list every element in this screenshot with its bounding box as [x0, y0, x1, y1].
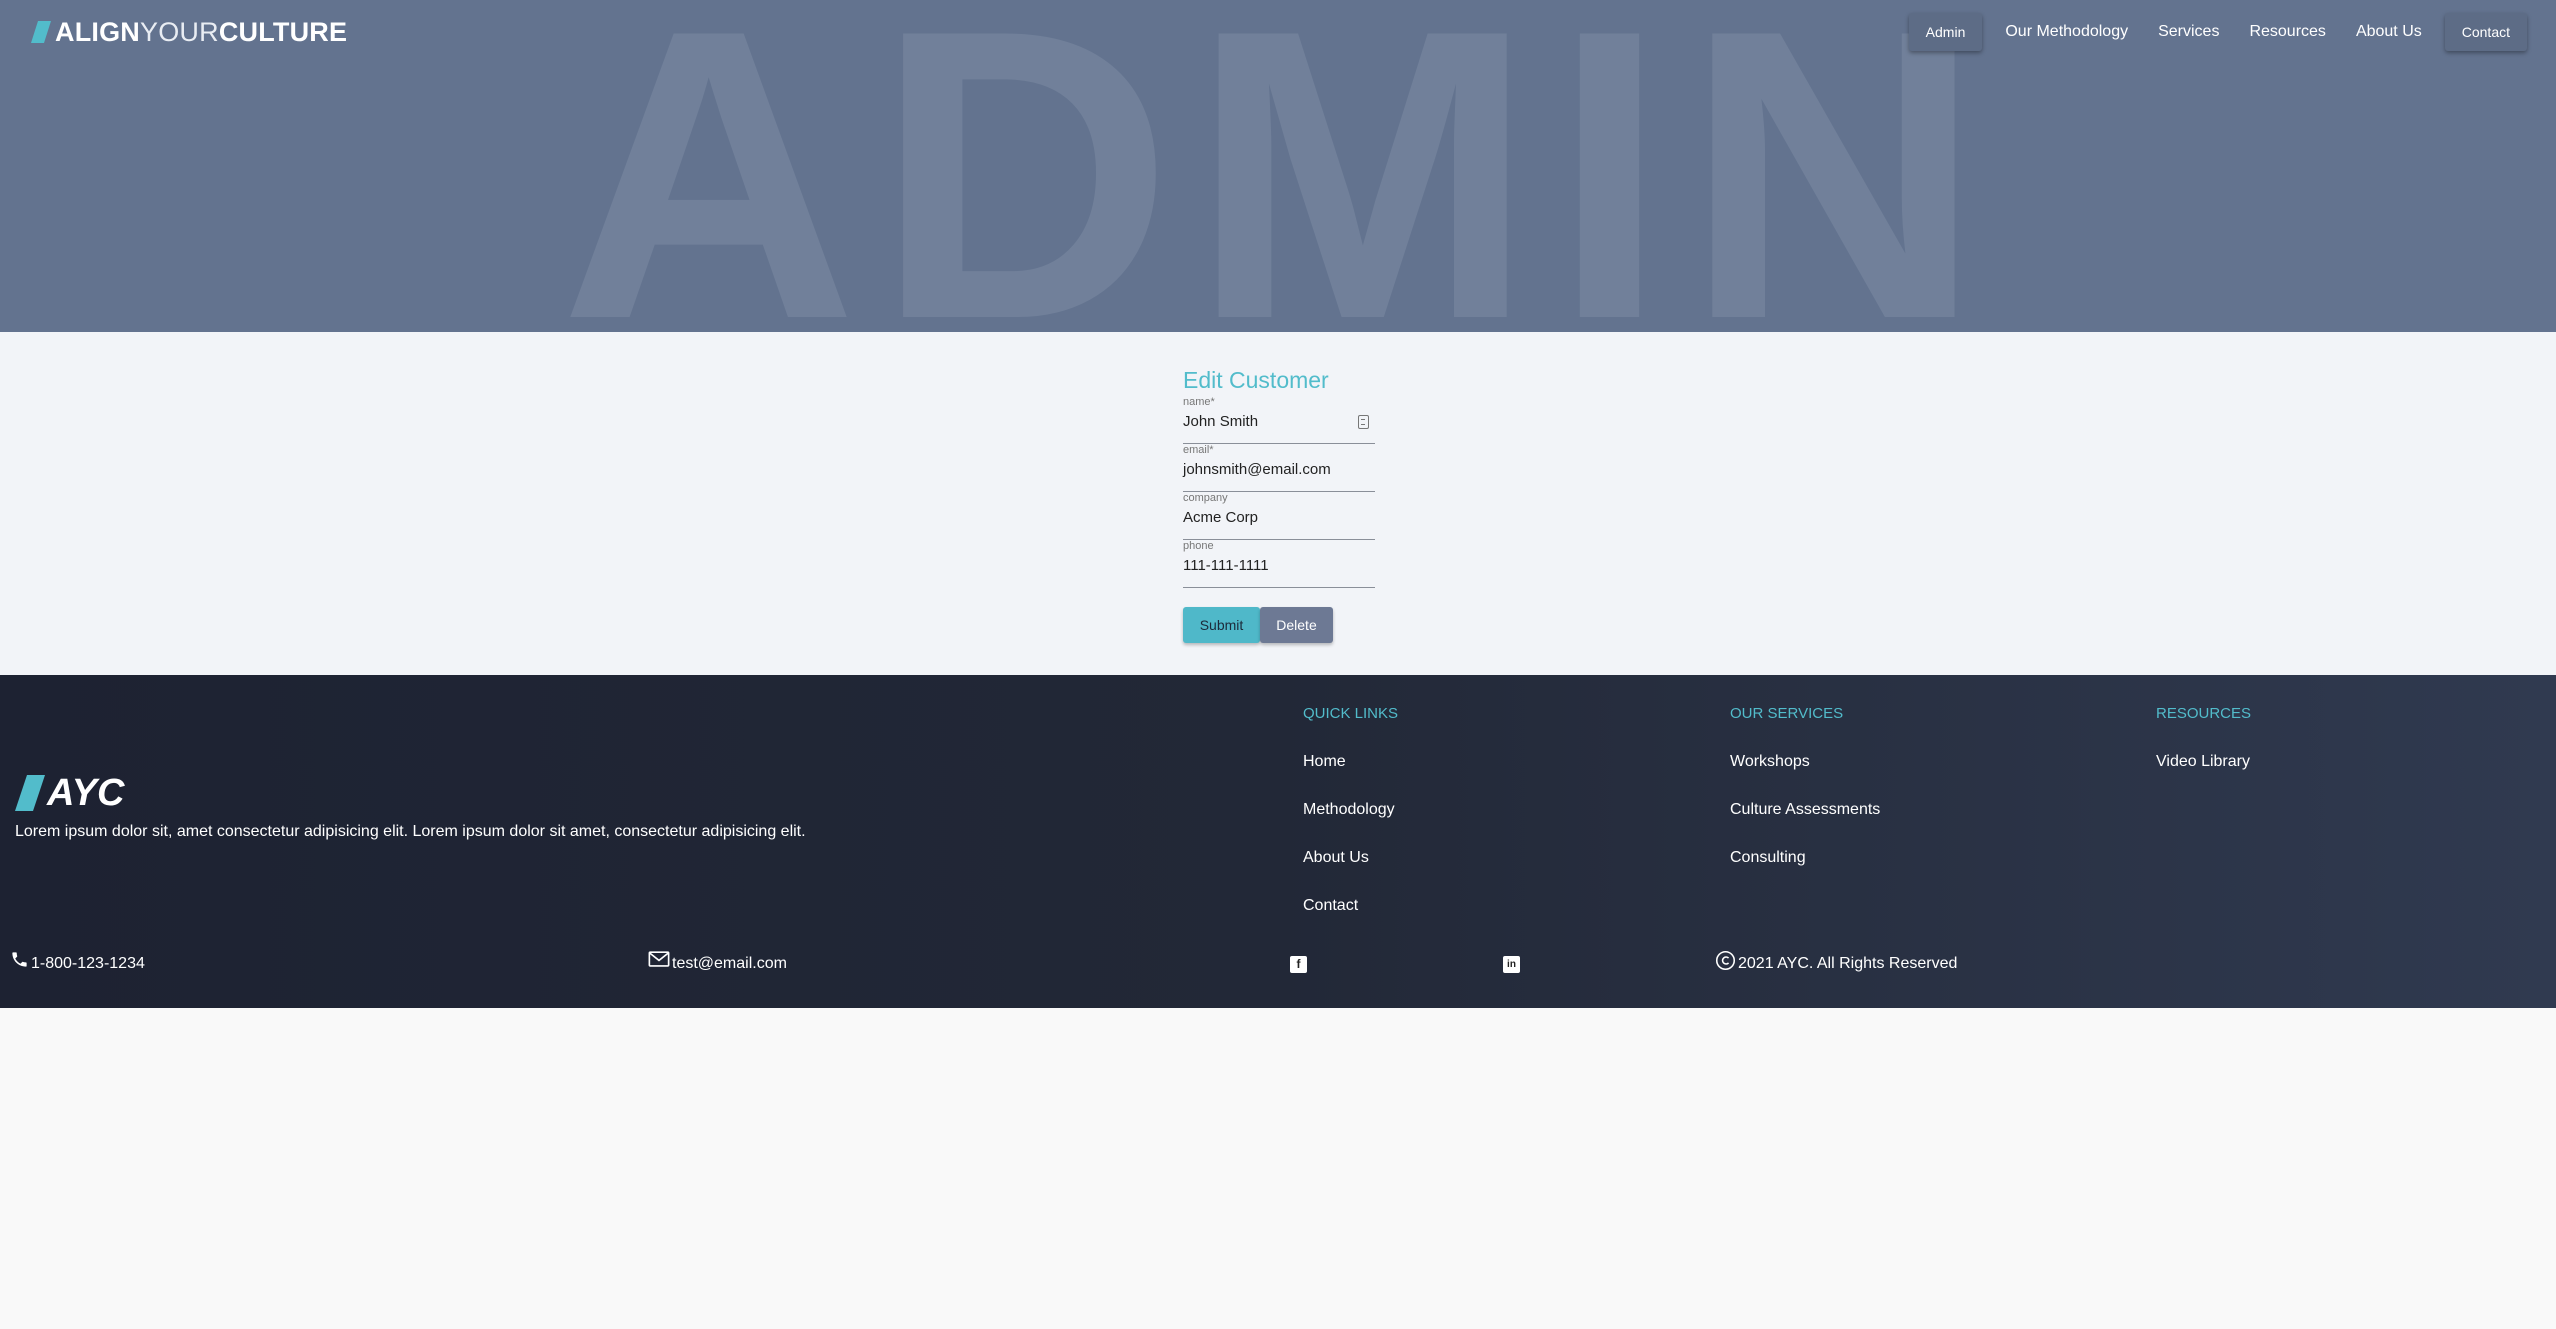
services-heading: OUR SERVICES: [1730, 705, 1844, 722]
footer-link-home[interactable]: Home: [1303, 753, 1398, 771]
form-section: Edit Customer name* John Smith email* jo…: [0, 332, 2556, 675]
services-column: OUR SERVICES Workshops Culture Assessmen…: [1730, 705, 1880, 867]
linkedin-icon[interactable]: in: [1503, 956, 1520, 973]
footer-link-workshops[interactable]: Workshops: [1730, 753, 1880, 771]
logo-mark-icon: [31, 21, 51, 43]
hero-background-text: ADMIN: [560, 0, 1980, 332]
facebook-icon[interactable]: f: [1290, 956, 1307, 973]
copyright-icon: [1715, 950, 1736, 971]
footer-copyright: 2021 AYC. All Rights Reserved: [1715, 950, 1958, 973]
name-label: name*: [1183, 396, 1215, 408]
quick-links-heading: QUICK LINKS: [1303, 705, 1399, 722]
mail-icon: [648, 951, 670, 967]
phone-icon: [12, 952, 27, 967]
footer-logo-mark-icon: [15, 775, 45, 811]
company-label: company: [1183, 492, 1228, 504]
copyright-text: 2021 AYC. All Rights Reserved: [1738, 955, 1958, 972]
company-input[interactable]: Acme Corp: [1183, 508, 1258, 528]
main-nav: Admin Our Methodology Services Resources…: [1901, 13, 2527, 51]
nav-admin-button[interactable]: Admin: [1908, 13, 1983, 51]
delete-button[interactable]: Delete: [1260, 607, 1333, 643]
phone-text: 1-800-123-1234: [31, 955, 145, 972]
footer-link-consulting[interactable]: Consulting: [1730, 849, 1880, 867]
email-label: email*: [1183, 444, 1214, 456]
footer-tagline: Lorem ipsum dolor sit, amet consectetur …: [15, 823, 806, 840]
hero-banner: ADMIN ALIGN YOUR CULTURE Admin Our Methodo…: [0, 0, 2556, 332]
footer-link-methodology[interactable]: Methodology: [1303, 801, 1398, 819]
nav-resources[interactable]: Resources: [2234, 13, 2340, 51]
submit-button[interactable]: Submit: [1183, 607, 1260, 643]
phone-input[interactable]: 111-111-1111: [1183, 556, 1269, 576]
nav-contact-button[interactable]: Contact: [2444, 13, 2527, 51]
resources-column: RESOURCES Video Library: [2156, 705, 2251, 771]
name-field[interactable]: name* John Smith: [1183, 396, 1375, 444]
site-logo[interactable]: ALIGN YOUR CULTURE: [31, 17, 347, 47]
footer-link-culture-assessments[interactable]: Culture Assessments: [1730, 801, 1880, 819]
site-footer: AYC Lorem ipsum dolor sit, amet consecte…: [0, 675, 2556, 1008]
resources-heading: RESOURCES: [2156, 705, 2252, 722]
email-field[interactable]: email* johnsmith@email.com: [1183, 444, 1375, 492]
company-field[interactable]: company Acme Corp: [1183, 492, 1375, 540]
svg-text:ADMIN: ADMIN: [560, 0, 1980, 332]
nav-services[interactable]: Services: [2143, 13, 2234, 51]
logo-text-align: ALIGN: [55, 16, 140, 47]
logo-text-culture: CULTURE: [218, 16, 348, 47]
quick-links-column: QUICK LINKS Home Methodology About Us Co…: [1303, 705, 1398, 915]
email-input[interactable]: johnsmith@email.com: [1183, 460, 1331, 480]
footer-logo[interactable]: AYC: [15, 772, 124, 814]
contact-card-icon[interactable]: [1358, 415, 1369, 429]
footer-logo-text: AYC: [47, 771, 125, 814]
phone-label: phone: [1183, 540, 1214, 552]
footer-link-video-library[interactable]: Video Library: [2156, 753, 2251, 771]
form-title: Edit Customer: [1183, 367, 1329, 393]
name-input[interactable]: John Smith: [1183, 412, 1258, 432]
footer-phone[interactable]: 1-800-123-1234: [10, 952, 145, 973]
page-bottom-blank: [0, 1008, 2556, 1329]
form-buttons: Submit Delete: [1183, 607, 1375, 643]
footer-email[interactable]: test@email.com: [648, 951, 787, 973]
edit-customer-form: Edit Customer name* John Smith email* jo…: [1183, 364, 1375, 643]
nav-our-methodology[interactable]: Our Methodology: [1990, 13, 2143, 51]
phone-field[interactable]: phone 111-111-1111: [1183, 540, 1375, 588]
footer-link-contact[interactable]: Contact: [1303, 897, 1398, 915]
logo-text-your: YOUR: [140, 16, 219, 47]
email-text: test@email.com: [672, 955, 787, 972]
nav-about-us[interactable]: About Us: [2341, 13, 2437, 51]
footer-link-about-us[interactable]: About Us: [1303, 849, 1398, 867]
